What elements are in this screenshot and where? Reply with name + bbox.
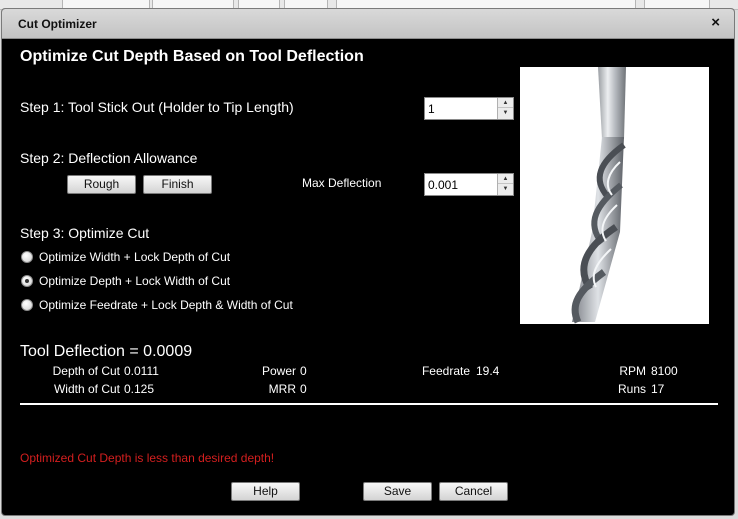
depth-of-cut-value: 0.0111 xyxy=(124,364,159,378)
width-of-cut-value: 0.125 xyxy=(124,382,155,396)
save-button[interactable]: Save xyxy=(363,482,432,501)
close-icon[interactable]: × xyxy=(711,15,720,30)
rpm-label: RPM xyxy=(619,364,646,378)
end-mill-image xyxy=(520,67,709,324)
feedrate-label: Feedrate xyxy=(421,364,470,378)
stick-out-spinner: ▲ ▼ xyxy=(424,97,514,120)
tool-deflection-readout: Tool Deflection = 0.0009 xyxy=(20,343,193,360)
dialog-titlebar[interactable]: Cut Optimizer × xyxy=(2,9,734,39)
warning-message: Optimized Cut Depth is less than desired… xyxy=(20,451,275,465)
radio-label: Optimize Width + Lock Depth of Cut xyxy=(39,250,231,264)
step3-label: Step 3: Optimize Cut xyxy=(20,225,150,241)
depth-of-cut-label: Depth of Cut xyxy=(52,364,120,378)
radio-label: Optimize Feedrate + Lock Depth & Width o… xyxy=(39,298,293,312)
radio-label: Optimize Depth + Lock Width of Cut xyxy=(39,274,231,288)
dialog-heading: Optimize Cut Depth Based on Tool Deflect… xyxy=(20,48,364,65)
cancel-button[interactable]: Cancel xyxy=(439,482,508,501)
step1-label: Step 1: Tool Stick Out (Holder to Tip Le… xyxy=(20,99,294,115)
runs-label: Runs xyxy=(617,382,646,396)
step2-label: Step 2: Deflection Allowance xyxy=(20,150,198,166)
chevron-up-icon[interactable]: ▲ xyxy=(498,98,513,108)
dialog-title: Cut Optimizer xyxy=(18,17,97,31)
stick-out-input[interactable] xyxy=(425,98,497,119)
cut-optimizer-dialog: Cut Optimizer × Optimize Cut Depth Based… xyxy=(1,8,735,516)
chevron-down-icon[interactable]: ▼ xyxy=(498,184,513,194)
help-button[interactable]: Help xyxy=(231,482,300,501)
max-deflection-spinner: ▲ ▼ xyxy=(424,173,514,196)
radio-button[interactable] xyxy=(21,251,33,263)
rpm-value: 8100 xyxy=(651,364,678,378)
radio-button[interactable] xyxy=(21,299,33,311)
rough-button[interactable]: Rough xyxy=(67,175,136,194)
power-label: Power xyxy=(261,364,296,378)
power-value: 0 xyxy=(300,364,307,378)
end-mill-drawing xyxy=(571,67,626,324)
finish-button[interactable]: Finish xyxy=(143,175,212,194)
max-deflection-input[interactable] xyxy=(425,174,497,195)
mrr-label: MRR xyxy=(268,382,296,396)
max-deflection-spin-buttons: ▲ ▼ xyxy=(497,174,513,195)
feedrate-value: 19.4 xyxy=(476,364,500,378)
runs-value: 17 xyxy=(651,382,665,396)
stick-out-spin-buttons: ▲ ▼ xyxy=(497,98,513,119)
mrr-value: 0 xyxy=(300,382,307,396)
width-of-cut-label: Width of Cut xyxy=(53,382,120,396)
max-deflection-label: Max Deflection xyxy=(302,176,382,190)
radio-button-selected[interactable] xyxy=(21,275,33,287)
divider xyxy=(20,403,718,405)
chevron-down-icon[interactable]: ▼ xyxy=(498,108,513,118)
chevron-up-icon[interactable]: ▲ xyxy=(498,174,513,184)
